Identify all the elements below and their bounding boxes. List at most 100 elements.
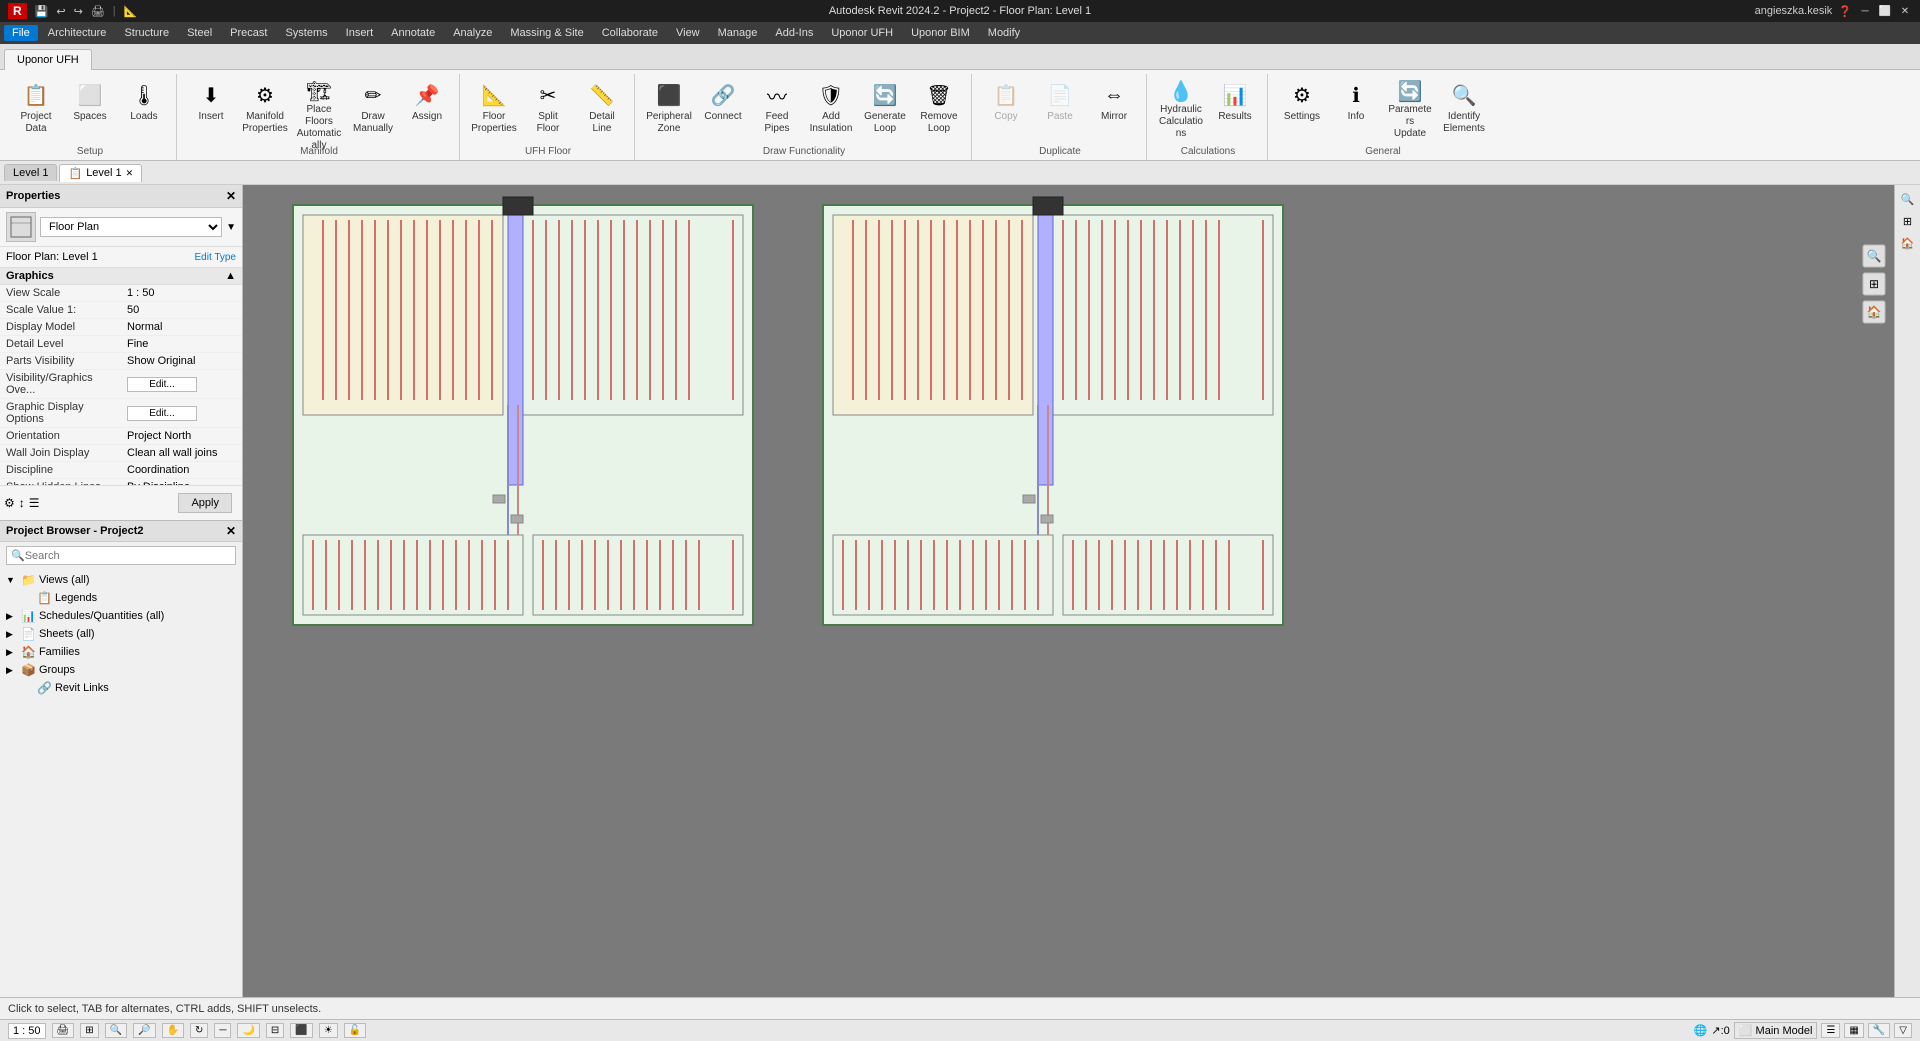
menu-precast[interactable]: Precast — [222, 25, 275, 41]
tree-schedules[interactable]: ▶ 📊 Schedules/Quantities (all) — [0, 607, 242, 625]
revit-logo[interactable]: R — [8, 3, 27, 19]
restore-btn[interactable]: ⬜ — [1878, 4, 1892, 18]
btn-spaces[interactable]: ⬜ Spaces — [64, 76, 116, 138]
prop-parts-vis-value[interactable]: Show Original — [121, 353, 242, 370]
tree-views[interactable]: ▼ 📁 Views (all) — [0, 571, 242, 589]
menu-modify[interactable]: Modify — [980, 25, 1028, 41]
shadows-btn[interactable]: 🌙 — [237, 1023, 259, 1038]
btn-project-data[interactable]: 📋 ProjectData — [10, 76, 62, 138]
btn-settings[interactable]: ⚙ Settings — [1276, 76, 1328, 138]
btn-info[interactable]: ℹ Info — [1330, 76, 1382, 138]
vis-graphics-edit-btn[interactable]: Edit... — [127, 377, 197, 392]
btn-floor-properties[interactable]: 📐 FloorProperties — [468, 76, 520, 138]
print-btn[interactable]: 🖨 — [91, 5, 105, 18]
btn-copy[interactable]: 📋 Copy — [980, 76, 1032, 138]
worksheet-btn[interactable]: ☰ — [1821, 1023, 1840, 1038]
menu-analyze[interactable]: Analyze — [445, 25, 500, 41]
btn-hydraulic[interactable]: 💧 HydraulicCalculations — [1155, 76, 1207, 138]
filter-icon[interactable]: ⚙ — [4, 496, 15, 510]
tree-revit-links[interactable]: 🔗 Revit Links — [0, 679, 242, 697]
menu-manage[interactable]: Manage — [710, 25, 766, 41]
zoom-fit-bottom[interactable]: ⊞ — [80, 1023, 98, 1038]
crop-btn[interactable]: ⊟ — [266, 1023, 284, 1038]
properties-close-btn[interactable]: ✕ — [226, 189, 236, 203]
view-tab-close[interactable]: ✕ — [126, 168, 134, 179]
print-btn-bottom[interactable]: 🖨 — [52, 1023, 75, 1038]
redo-btn[interactable]: ↪ — [74, 5, 83, 18]
btn-connect[interactable]: 🔗 Connect — [697, 76, 749, 138]
prop-view-scale-value[interactable]: 1 : 50 — [121, 285, 242, 302]
btn-feed-pipes[interactable]: 〰 FeedPipes — [751, 76, 803, 138]
canvas-area[interactable]: 🔍 ⊞ 🏠 — [243, 185, 1894, 997]
minimize-btn[interactable]: ─ — [1858, 4, 1872, 18]
tab-uponor-ufh[interactable]: Uponor UFH — [4, 49, 92, 70]
type-dropdown[interactable]: Floor Plan — [40, 217, 222, 237]
btn-generate-loop[interactable]: 🔄 GenerateLoop — [859, 76, 911, 138]
prop-scale-num[interactable]: 50 — [121, 302, 242, 319]
tree-legends[interactable]: 📋 Legends — [0, 589, 242, 607]
floor-plan-canvas[interactable]: 🔍 ⊞ 🏠 — [243, 185, 1894, 997]
user-info[interactable]: angieszka.kesik — [1755, 5, 1833, 17]
worksets-btn[interactable]: ▦ — [1844, 1023, 1863, 1038]
filter-icon-bottom[interactable]: ▽ — [1894, 1023, 1912, 1038]
rotate-btn[interactable]: ↻ — [190, 1023, 208, 1038]
btn-identify-elements[interactable]: 🔍 IdentifyElements — [1438, 76, 1490, 138]
menu-structure[interactable]: Structure — [116, 25, 177, 41]
menu-steel[interactable]: Steel — [179, 25, 220, 41]
menu-insert[interactable]: Insert — [338, 25, 382, 41]
menu-massing[interactable]: Massing & Site — [502, 25, 591, 41]
btn-draw-manually[interactable]: ✏ DrawManually — [347, 76, 399, 138]
btn-mirror[interactable]: ⇔ Mirror — [1088, 76, 1140, 138]
btn-add-insulation[interactable]: 🛡 AddInsulation — [805, 76, 857, 138]
sort-icon[interactable]: ↕ — [19, 496, 25, 510]
prop-detail-level-value[interactable]: Fine — [121, 336, 242, 353]
unlocked-btn[interactable]: 🔓 — [344, 1023, 366, 1038]
close-btn[interactable]: ✕ — [1898, 4, 1912, 18]
btn-place-floors[interactable]: 🏗 Place FloorsAutomatically — [293, 76, 345, 138]
btn-peripheral-zone[interactable]: ⬛ PeripheralZone — [643, 76, 695, 138]
prop-discipline-value[interactable]: Coordination — [121, 462, 242, 479]
edit-type-btn[interactable]: Edit Type — [194, 252, 236, 263]
apply-btn[interactable]: Apply — [178, 493, 232, 513]
btn-manifold-properties[interactable]: ⚙ ManifoldProperties — [239, 76, 291, 138]
browser-close-btn[interactable]: ✕ — [226, 524, 236, 538]
menu-architecture[interactable]: Architecture — [40, 25, 115, 41]
tree-families[interactable]: ▶ 🏠 Families — [0, 643, 242, 661]
prop-orientation-value[interactable]: Project North — [121, 428, 242, 445]
btn-loads[interactable]: 🌡 Loads — [118, 76, 170, 138]
menu-uponor-bim[interactable]: Uponor BIM — [903, 25, 978, 41]
zoom-in-btn[interactable]: 🔍 — [1898, 189, 1918, 209]
menu-collaborate[interactable]: Collaborate — [594, 25, 666, 41]
view-cube-btn[interactable]: 🏠 — [1898, 233, 1918, 253]
zoom-in-bottom[interactable]: 🔍 — [105, 1023, 127, 1038]
btn-insert[interactable]: ⬇ Insert — [185, 76, 237, 138]
scale-label[interactable]: 1 : 50 — [8, 1023, 46, 1039]
search-input[interactable] — [25, 550, 231, 562]
btn-parameters-update[interactable]: 🔄 ParametersUpdate — [1384, 76, 1436, 138]
graphic-display-edit-btn[interactable]: Edit... — [127, 406, 197, 421]
undo-btn[interactable]: ↩ — [56, 5, 65, 18]
menu-addins[interactable]: Add-Ins — [767, 25, 821, 41]
tree-groups[interactable]: ▶ 📦 Groups — [0, 661, 242, 679]
btn-detail-line[interactable]: 📏 DetailLine — [576, 76, 628, 138]
btn-remove-loop[interactable]: 🗑 RemoveLoop — [913, 76, 965, 138]
tree-sheets[interactable]: ▶ 📄 Sheets (all) — [0, 625, 242, 643]
menu-annotate[interactable]: Annotate — [383, 25, 443, 41]
prop-graphic-display-btn[interactable]: Edit... — [121, 399, 242, 428]
sun-btn[interactable]: ☀ — [319, 1023, 338, 1038]
btn-assign[interactable]: 📌 Assign — [401, 76, 453, 138]
btn-split-floor[interactable]: ✂ SplitFloor — [522, 76, 574, 138]
list-icon[interactable]: ☰ — [29, 496, 40, 510]
graphics-section-header[interactable]: Graphics ▲ — [0, 268, 242, 285]
design-opts-btn[interactable]: 🔧 — [1868, 1023, 1890, 1038]
btn-results[interactable]: 📊 Results — [1209, 76, 1261, 138]
zoom-fit-btn[interactable]: ⊞ — [1898, 211, 1918, 231]
prop-display-model-value[interactable]: Normal — [121, 319, 242, 336]
quick-save[interactable]: 💾 — [35, 5, 49, 18]
hide-crop-btn[interactable]: ⬛ — [290, 1023, 312, 1038]
view-tab-2[interactable]: 📋 Level 1 ✕ — [59, 164, 142, 182]
menu-file[interactable]: File — [4, 25, 38, 41]
btn-paste[interactable]: 📄 Paste — [1034, 76, 1086, 138]
pan-btn[interactable]: ✋ — [162, 1023, 184, 1038]
measure-tool[interactable]: 📐 — [124, 5, 138, 18]
